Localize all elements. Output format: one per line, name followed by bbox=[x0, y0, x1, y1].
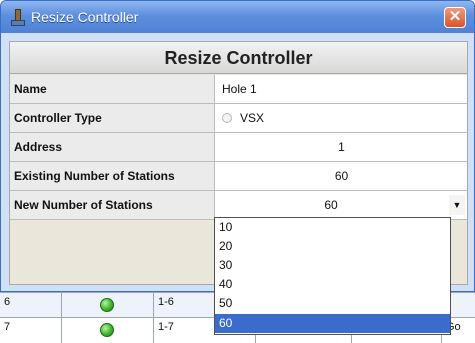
dropdown-option[interactable]: 50 bbox=[215, 294, 450, 313]
property-row-new-stations: New Number of Stations 60 ▼ bbox=[10, 191, 467, 220]
row-id-cell: 7 bbox=[0, 318, 62, 343]
property-label: Address bbox=[10, 133, 215, 161]
new-stations-combo[interactable]: 60 ▼ bbox=[216, 191, 467, 219]
property-label: New Number of Stations bbox=[10, 191, 215, 219]
row-id-cell: 6 bbox=[0, 293, 62, 318]
stations-dropdown-list: 10 20 30 40 50 60 bbox=[214, 217, 451, 335]
dropdown-option[interactable]: 10 bbox=[215, 218, 450, 237]
name-value[interactable]: Hole 1 bbox=[216, 75, 467, 103]
existing-stations-value: 60 bbox=[334, 169, 349, 183]
dropdown-option[interactable]: 40 bbox=[215, 275, 450, 294]
title-bar[interactable]: Resize Controller ✕ bbox=[1, 1, 474, 33]
window-title: Resize Controller bbox=[31, 9, 139, 25]
property-label: Existing Number of Stations bbox=[10, 162, 215, 190]
controller-icon bbox=[11, 9, 25, 27]
combo-value: 60 bbox=[324, 198, 338, 212]
dropdown-option[interactable]: 30 bbox=[215, 256, 450, 275]
panel-header: Resize Controller bbox=[10, 42, 467, 74]
close-button[interactable]: ✕ bbox=[444, 7, 466, 28]
status-cell bbox=[62, 293, 154, 318]
status-cell bbox=[62, 318, 154, 343]
chevron-down-icon[interactable]: ▼ bbox=[449, 195, 465, 215]
dropdown-option[interactable]: 20 bbox=[215, 237, 450, 256]
controller-type-text: VSX bbox=[240, 111, 265, 125]
property-row-address: Address 1 bbox=[10, 133, 467, 162]
property-label: Name bbox=[10, 75, 215, 103]
property-row-controller-type: Controller Type VSX bbox=[10, 104, 467, 133]
property-row-name: Name Hole 1 bbox=[10, 75, 467, 104]
radio-icon[interactable] bbox=[222, 113, 232, 123]
address-value: 1 bbox=[338, 140, 345, 154]
dropdown-option-selected[interactable]: 60 bbox=[215, 314, 450, 333]
status-green-icon bbox=[100, 298, 114, 312]
controller-type-value: VSX bbox=[216, 104, 467, 132]
property-row-existing-stations: Existing Number of Stations 60 bbox=[10, 162, 467, 191]
status-green-icon bbox=[100, 323, 114, 337]
property-label: Controller Type bbox=[10, 104, 215, 132]
